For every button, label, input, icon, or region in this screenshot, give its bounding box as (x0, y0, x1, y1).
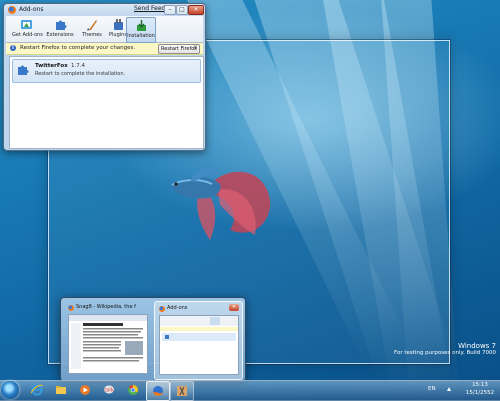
extension-version: 1.7.4 (71, 63, 85, 69)
tab-label: Get Add-ons (12, 32, 43, 38)
taskbar-media-player[interactable] (74, 381, 96, 399)
addons-toolbar: Get Add-ons Extensions Themes Plugins In… (6, 16, 203, 43)
notification-tray[interactable] (446, 385, 458, 395)
close-notification-icon[interactable]: × (193, 44, 198, 51)
get-addons-icon (20, 20, 32, 29)
thumbnail-preview (68, 314, 148, 374)
info-icon: i (10, 45, 16, 51)
window-titlebar[interactable]: Add-ons Send Feedback – □ ✕ (4, 4, 205, 16)
thumbnail-wikipedia[interactable]: Snag8 - Wikipedia, the free enc... (64, 301, 151, 378)
clock-time: 15:13 (472, 382, 488, 388)
tab-get-addons[interactable]: Get Add-ons (12, 17, 43, 41)
thumbnail-addons[interactable]: Add-ons ✕ (154, 301, 243, 380)
puzzle-icon (18, 65, 29, 75)
notification-message: Restart Firefox to complete your changes… (20, 45, 136, 51)
thumbnail-title: Add-ons (167, 305, 188, 311)
tab-label: Extensions (46, 32, 74, 38)
list-item-twitterfox[interactable]: TwitterFox 1.7.4 Restart to complete the… (12, 59, 201, 83)
window-title: Add-ons (19, 6, 44, 13)
media-player-icon (80, 385, 90, 395)
start-button[interactable] (1, 381, 19, 399)
chat-icon: talk (104, 385, 114, 394)
language-indicator[interactable]: EN (428, 386, 436, 392)
extension-status: Restart to complete the installation. (35, 71, 126, 77)
firefox-icon (159, 306, 165, 312)
system-clock[interactable]: 15:13 15/1/2552 (462, 381, 498, 397)
restart-notification-bar: i Restart Firefox to complete your chang… (6, 43, 203, 55)
taskbar-explorer[interactable] (50, 381, 72, 399)
taskbar-thumbnail-popup: Snag8 - Wikipedia, the free enc... Add-o… (60, 297, 246, 382)
svg-text:talk: talk (104, 388, 113, 394)
taskbar-chrome[interactable] (122, 381, 144, 399)
tab-installation[interactable]: Installation (126, 17, 156, 43)
addons-list: TwitterFox 1.7.4 Restart to complete the… (9, 56, 204, 149)
tab-label: Themes (82, 32, 102, 38)
firefox-icon (153, 386, 163, 396)
taskbar-firefox[interactable] (146, 381, 170, 401)
installation-icon (136, 20, 146, 31)
taskbar-messenger[interactable]: talk (98, 381, 120, 399)
thumbnail-title: Snag8 - Wikipedia, the free enc... (76, 304, 136, 310)
firefox-icon (68, 305, 74, 311)
folder-icon (56, 386, 66, 394)
clock-date: 15/1/2552 (465, 390, 495, 396)
scissors-icon (177, 386, 187, 396)
plugin-icon (113, 19, 123, 30)
close-button[interactable]: ✕ (188, 5, 204, 15)
themes-icon (86, 20, 97, 31)
chrome-icon (128, 385, 138, 395)
puzzle-icon (55, 20, 66, 30)
firefox-icon (8, 6, 16, 14)
show-hidden-icons-icon (447, 387, 451, 391)
close-thumbnail-button[interactable]: ✕ (229, 304, 239, 311)
tab-extensions[interactable]: Extensions (46, 17, 74, 41)
taskbar-internet-explorer[interactable] (26, 381, 48, 399)
minimize-button[interactable]: – (164, 5, 176, 15)
extension-name: TwitterFox (35, 63, 68, 69)
taskbar-snag-tool[interactable] (170, 381, 194, 401)
internet-explorer-icon (31, 384, 43, 396)
tab-themes[interactable]: Themes (78, 17, 106, 41)
thumbnail-preview (159, 315, 239, 375)
addons-window: Add-ons Send Feedback – □ ✕ Get Add-ons … (3, 3, 206, 151)
maximize-button[interactable]: □ (176, 5, 188, 15)
tab-label: Installation (127, 33, 155, 39)
